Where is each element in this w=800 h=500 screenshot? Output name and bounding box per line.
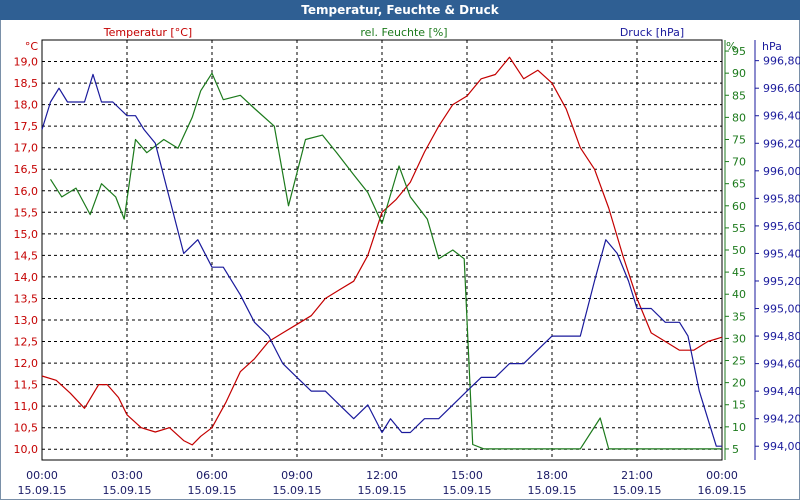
temperature-tick-label: 16,0 [14, 185, 39, 198]
pressure-tick-label: 996,00 [763, 165, 800, 178]
pressure-unit: hPa [762, 40, 782, 53]
x-tick-date: 15.09.15 [358, 484, 407, 497]
humidity-tick-label: 70 [732, 156, 746, 169]
pressure-tick-label: 994,60 [763, 358, 800, 371]
temperature-tick-label: 14,5 [14, 249, 39, 262]
pressure-tick-label: 994,20 [763, 413, 800, 426]
humidity-tick-label: 10 [732, 421, 746, 434]
pressure-tick-label: 995,20 [763, 275, 800, 288]
humidity-tick-label: 60 [732, 200, 746, 213]
temperature-unit: °C [25, 40, 39, 53]
temperature-tick-label: 19,0 [14, 56, 39, 69]
x-tick-time: 09:00 [281, 469, 313, 482]
x-tick-time: 00:00 [26, 469, 58, 482]
humidity-tick-label: 75 [732, 133, 746, 146]
temperature-tick-label: 18,0 [14, 99, 39, 112]
pressure-tick-label: 994,40 [763, 385, 800, 398]
temperature-tick-label: 18,5 [14, 77, 39, 90]
humidity-axis-label: rel. Feuchte [%] [360, 26, 447, 39]
x-tick-date: 15.09.15 [103, 484, 152, 497]
humidity-tick-label: 15 [732, 399, 746, 412]
x-tick-date: 15.09.15 [273, 484, 322, 497]
temperature-tick-label: 15,5 [14, 206, 39, 219]
x-tick-time: 06:00 [196, 469, 228, 482]
x-tick-time: 18:00 [536, 469, 568, 482]
x-tick-date: 15.09.15 [613, 484, 662, 497]
temperature-tick-label: 17,0 [14, 142, 39, 155]
x-tick-date: 15.09.15 [443, 484, 492, 497]
temperature-tick-label: 12,0 [14, 357, 39, 370]
temperature-tick-label: 11,0 [14, 400, 39, 413]
x-tick-time: 12:00 [366, 469, 398, 482]
humidity-tick-label: 20 [732, 377, 746, 390]
temperature-tick-label: 10,5 [14, 422, 39, 435]
humidity-tick-label: 40 [732, 288, 746, 301]
pressure-tick-label: 995,40 [763, 247, 800, 260]
temperature-tick-label: 15,0 [14, 228, 39, 241]
x-tick-time: 00:00 [706, 469, 738, 482]
humidity-tick-label: 35 [732, 310, 746, 323]
pressure-tick-label: 994,00 [763, 440, 800, 453]
humidity-tick-label: 90 [732, 67, 746, 80]
x-tick-time: 15:00 [451, 469, 483, 482]
pressure-tick-label: 995,60 [763, 220, 800, 233]
x-tick-date: 16.09.15 [698, 484, 747, 497]
temperature-tick-label: 13,5 [14, 292, 39, 305]
humidity-tick-label: 25 [732, 355, 746, 368]
temperature-tick-label: 10,0 [14, 443, 39, 456]
humidity-unit: % [726, 40, 736, 53]
humidity-tick-label: 45 [732, 266, 746, 279]
temperature-tick-label: 17,5 [14, 120, 39, 133]
temperature-tick-label: 16,5 [14, 163, 39, 176]
pressure-tick-label: 996,80 [763, 55, 800, 68]
temperature-tick-label: 11,5 [14, 379, 39, 392]
pressure-tick-label: 995,80 [763, 192, 800, 205]
chart-canvas: 00:00 15.09.15 03:00 15.09.15 06:00 15.09.15 0… [14, 26, 800, 497]
humidity-tick-label: 50 [732, 244, 746, 257]
temperature-tick-label: 13,0 [14, 314, 39, 327]
x-tick-date: 15.09.15 [18, 484, 67, 497]
temperature-tick-label: 14,0 [14, 271, 39, 284]
x-tick-date: 15.09.15 [188, 484, 237, 497]
humidity-tick-label: 5 [732, 443, 739, 456]
x-tick-time: 21:00 [621, 469, 653, 482]
humidity-tick-label: 30 [732, 332, 746, 345]
temperature-tick-label: 12,5 [14, 336, 39, 349]
pressure-tick-label: 994,80 [763, 330, 800, 343]
pressure-axis-label: Druck [hPa] [620, 26, 684, 39]
pressure-tick-label: 996,40 [763, 110, 800, 123]
humidity-tick-label: 65 [732, 178, 746, 191]
humidity-tick-label: 55 [732, 222, 746, 235]
pressure-tick-label: 996,60 [763, 82, 800, 95]
temperature-axis-label: Temperatur [°C] [103, 26, 192, 39]
pressure-tick-label: 996,20 [763, 137, 800, 150]
humidity-tick-label: 85 [732, 89, 746, 102]
x-tick-time: 03:00 [111, 469, 143, 482]
humidity-tick-label: 80 [732, 111, 746, 124]
pressure-tick-label: 995,00 [763, 303, 800, 316]
x-tick-date: 15.09.15 [528, 484, 577, 497]
